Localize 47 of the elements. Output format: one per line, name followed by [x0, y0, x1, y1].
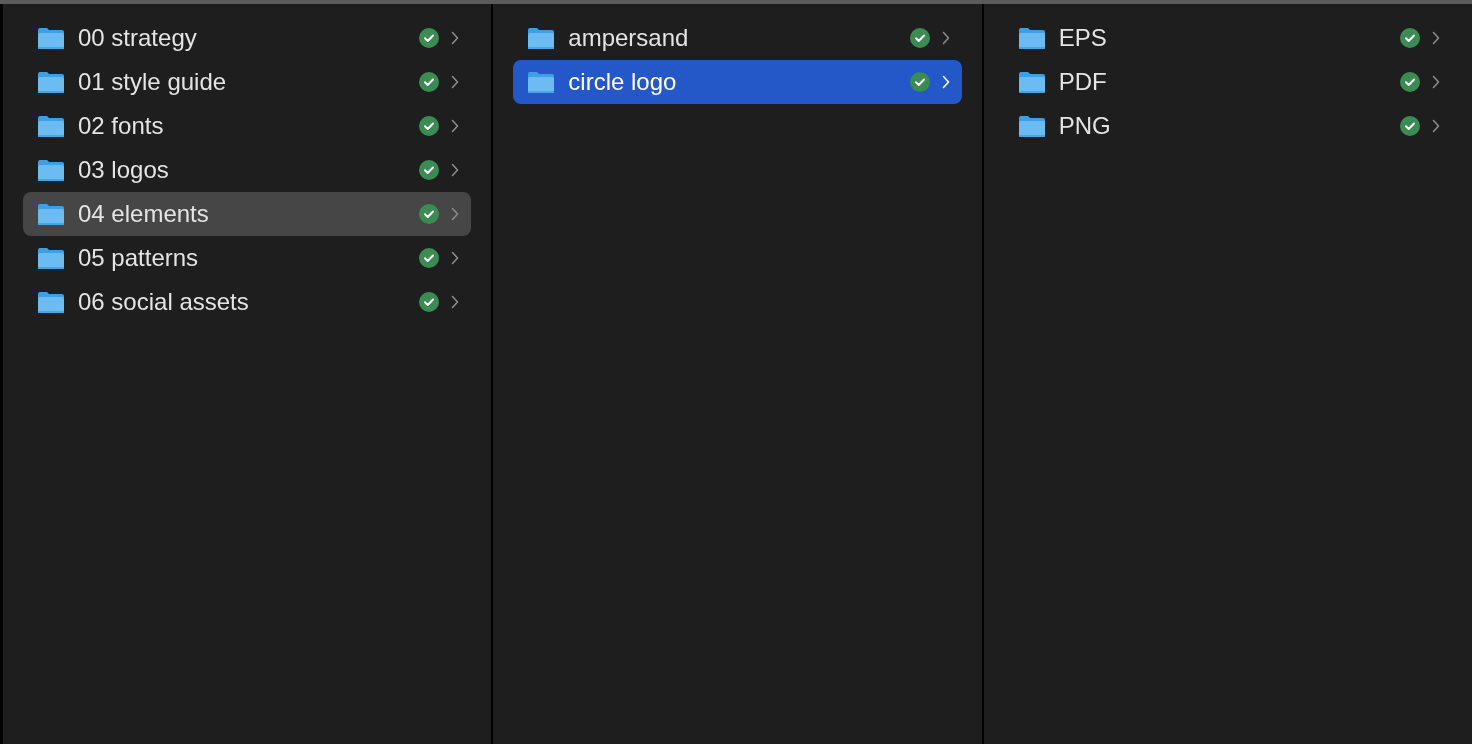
folder-name: 03 logos	[78, 156, 170, 184]
folder-name: PNG	[1058, 112, 1112, 140]
folder-icon	[1017, 70, 1046, 94]
chevron-icon	[1432, 75, 1440, 89]
folder-name: 01 style guide	[78, 68, 228, 96]
folder-name: PDF	[1058, 68, 1108, 96]
folder-icon	[37, 70, 65, 94]
folder-icon	[37, 158, 65, 182]
folder-icon	[37, 290, 65, 314]
chevron-icon	[941, 31, 950, 45]
folder-row[interactable]: ampersand	[513, 16, 962, 60]
folder-row[interactable]: circle logo	[513, 60, 962, 104]
folder-row[interactable]: 05 patterns	[23, 236, 472, 280]
folder-icon	[1017, 26, 1046, 50]
chevron-icon	[1432, 119, 1440, 133]
folder-icon	[527, 70, 556, 94]
folder-name: circle logo	[568, 68, 678, 96]
folder-icon	[37, 202, 65, 226]
chevron-icon	[451, 207, 460, 221]
chevron-icon	[451, 75, 460, 89]
folder-row[interactable]: 03 logos	[23, 148, 472, 192]
folder-row[interactable]: PNG	[1003, 104, 1452, 148]
chevron-icon	[451, 251, 460, 265]
folder-name: 05 patterns	[78, 244, 200, 272]
folder-icon	[37, 246, 65, 270]
folder-row[interactable]: 06 social assets	[23, 280, 472, 324]
folder-icon	[1017, 114, 1046, 138]
folder-name: 04 elements	[78, 200, 210, 228]
folder-row[interactable]: EPS	[1003, 16, 1452, 60]
folder-icon	[527, 26, 556, 50]
chevron-icon	[941, 75, 950, 89]
chevron-icon	[451, 31, 460, 45]
folder-icon	[37, 26, 65, 50]
folder-name: EPS	[1058, 24, 1108, 52]
folder-icon	[37, 114, 65, 138]
folder-name: ampersand	[568, 24, 690, 52]
folder-row[interactable]: 00 strategy	[23, 16, 472, 60]
folder-name: 02 fonts	[78, 112, 165, 140]
chevron-icon	[451, 163, 460, 177]
folder-row[interactable]: 01 style guide	[23, 60, 472, 104]
folder-name: 06 social assets	[78, 288, 250, 316]
folder-name: 00 strategy	[78, 24, 198, 52]
chevron-icon	[451, 119, 460, 133]
folder-row[interactable]: PDF	[1003, 60, 1452, 104]
chevron-icon	[451, 295, 460, 309]
chevron-icon	[1432, 31, 1440, 45]
folder-row[interactable]: 02 fonts	[23, 104, 472, 148]
